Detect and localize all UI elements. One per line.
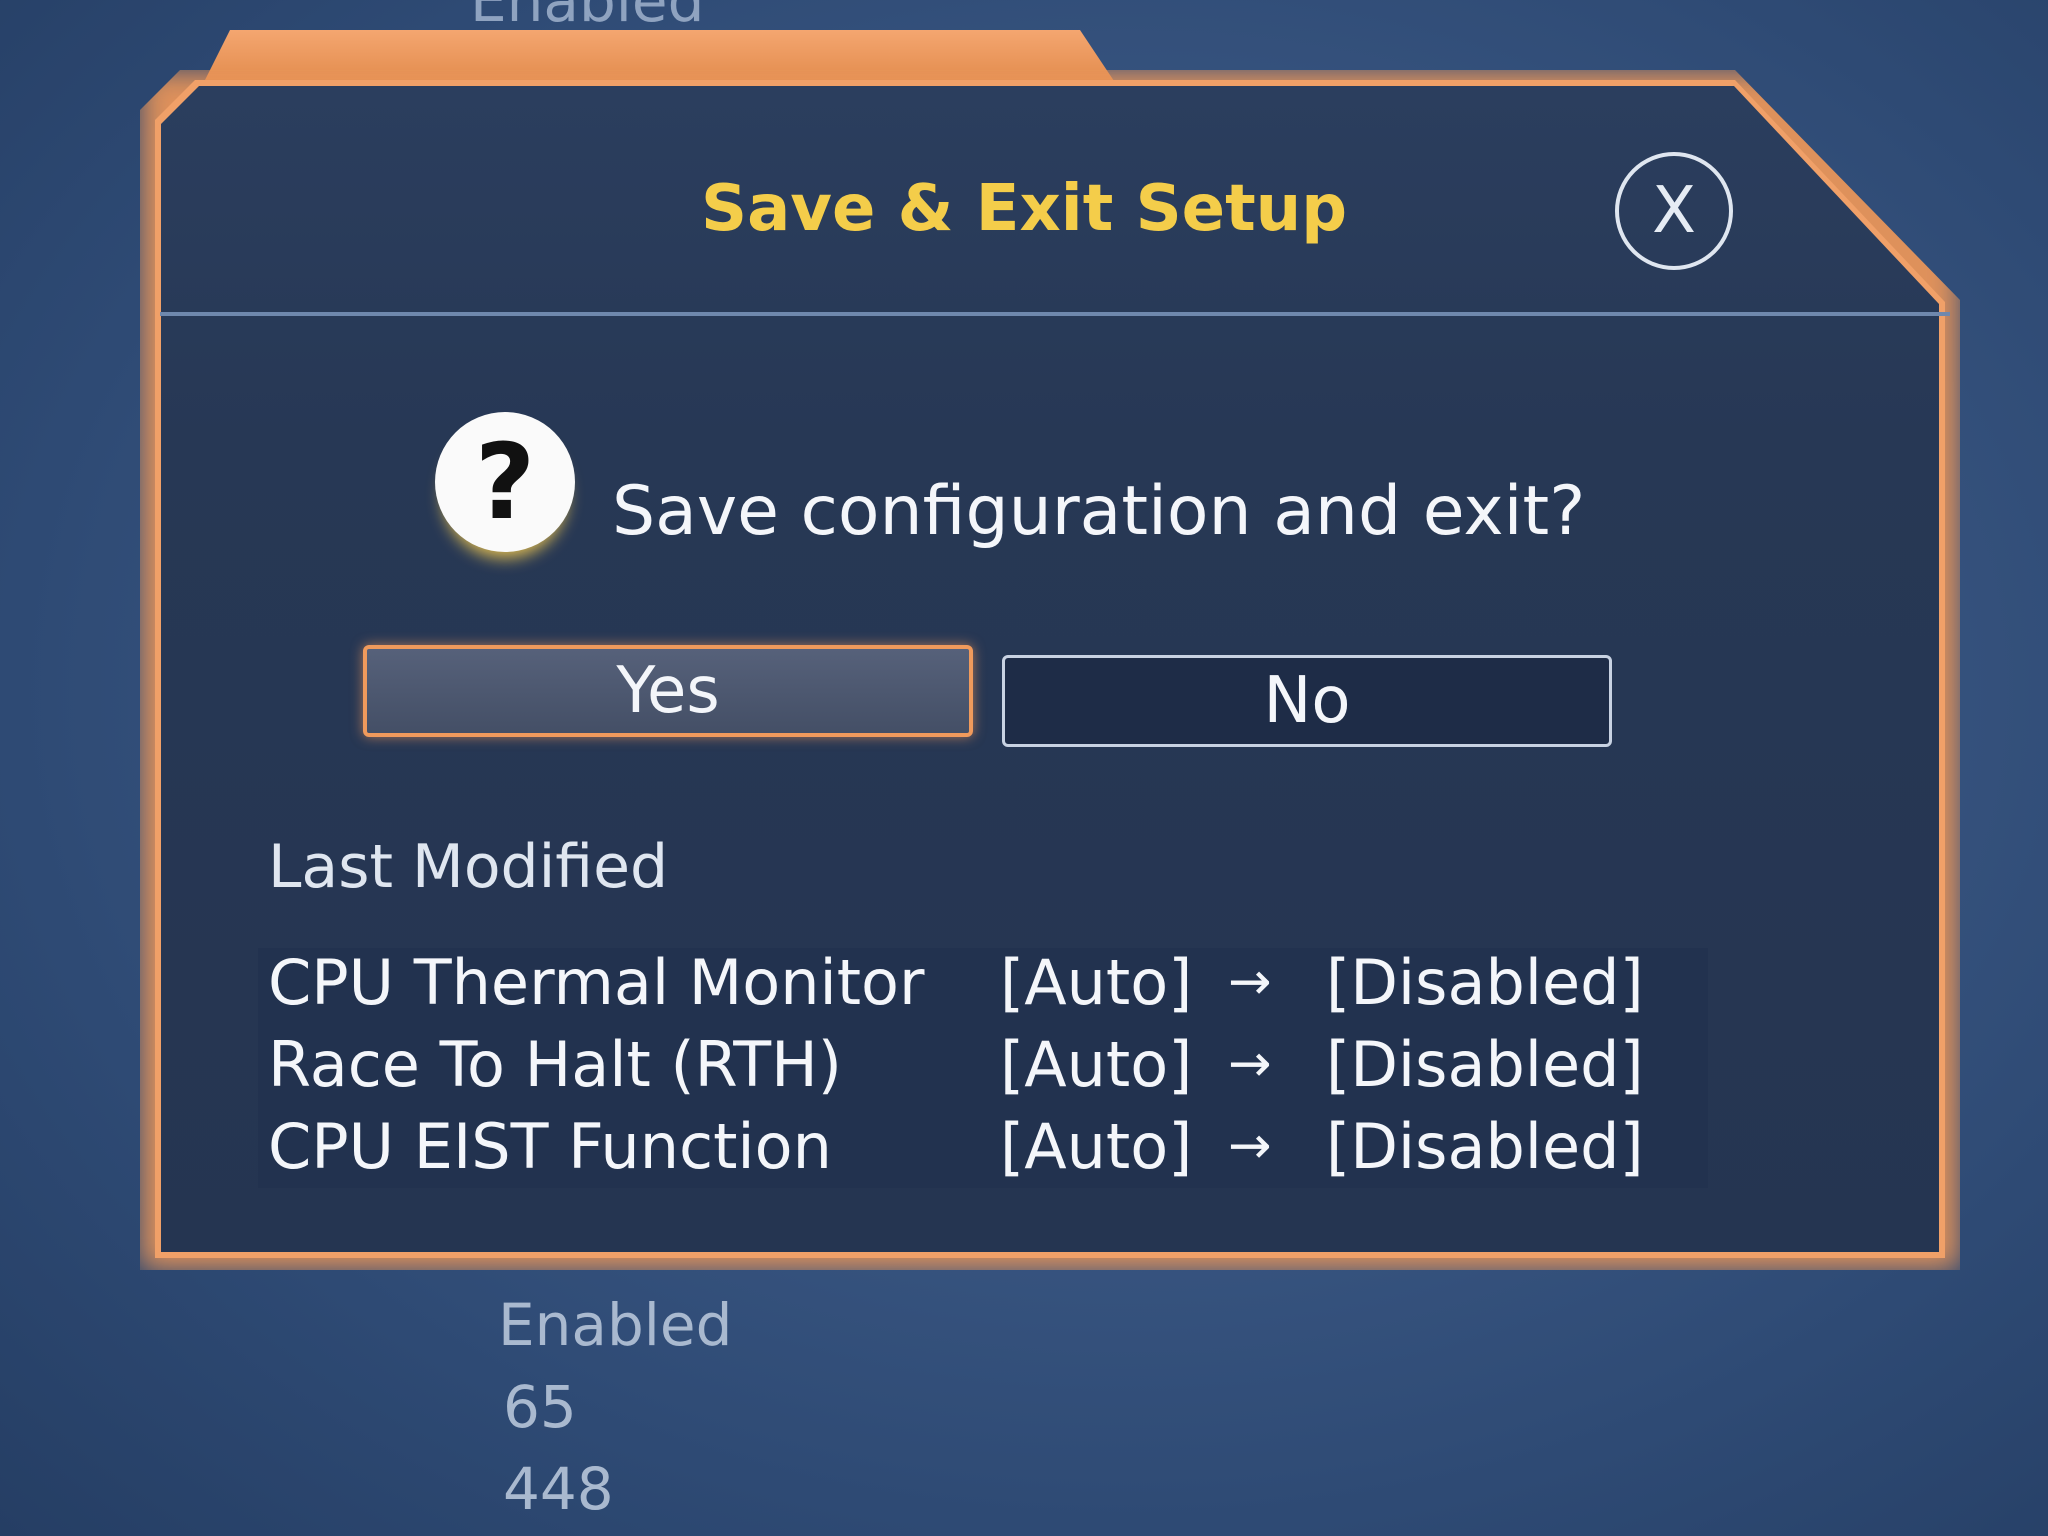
close-icon: X <box>1652 174 1696 248</box>
arrow-right-icon: → <box>1228 1116 1272 1176</box>
change-setting-name: Race To Halt (RTH) <box>268 1028 842 1101</box>
close-button[interactable]: X <box>1615 152 1733 270</box>
change-new-value: [Disabled] <box>1326 1028 1644 1101</box>
change-old-value: [Auto] <box>1000 1028 1193 1101</box>
dialog-title: Save & Exit Setup <box>700 172 1348 246</box>
dialog-question: Save configuration and exit? <box>612 472 1586 551</box>
background-value: Enabled <box>498 1291 733 1359</box>
change-new-value: [Disabled] <box>1326 1110 1644 1183</box>
change-old-value: [Auto] <box>1000 946 1193 1019</box>
change-setting-name: CPU Thermal Monitor <box>268 946 925 1019</box>
background-value: 65 <box>503 1373 577 1441</box>
arrow-right-icon: → <box>1228 1034 1272 1094</box>
change-setting-name: CPU EIST Function <box>268 1110 832 1183</box>
last-modified-label: Last Modified <box>268 832 669 902</box>
change-row: CPU EIST Function [Auto] → [Disabled] <box>268 1110 1708 1192</box>
change-row: Race To Halt (RTH) [Auto] → [Disabled] <box>268 1028 1708 1110</box>
change-row: CPU Thermal Monitor [Auto] → [Disabled] <box>268 946 1708 1028</box>
yes-button[interactable]: Yes <box>363 645 973 737</box>
no-button[interactable]: No <box>1002 655 1612 747</box>
background-value-top: Enabled <box>470 0 705 35</box>
change-old-value: [Auto] <box>1000 1110 1193 1183</box>
question-icon: ? <box>435 412 575 552</box>
arrow-right-icon: → <box>1228 952 1272 1012</box>
change-new-value: [Disabled] <box>1326 946 1644 1019</box>
title-divider <box>160 312 1950 316</box>
background-value: 448 <box>503 1455 614 1523</box>
